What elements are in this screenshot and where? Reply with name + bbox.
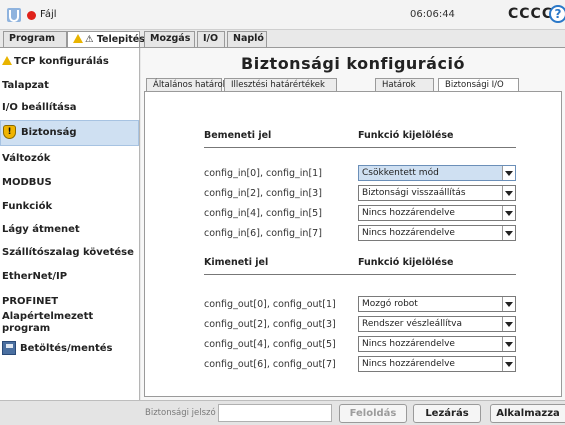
sidebar-item-mounting[interactable]: Talapzat [0,80,139,92]
input-function-select[interactable]: Csökkentett mód [358,165,516,181]
shield-warning-icon: ! [3,125,16,139]
select-value: Nincs hozzárendelve [362,339,455,349]
universal-robots-logo-icon [7,8,21,22]
input-function-header: Funkció kijelölése [358,130,454,141]
tab-installation-label: ⚠ Telepités [85,34,145,45]
sidebar-item-smooth-transition[interactable]: Lágy átmenet [0,224,139,236]
chevron-down-icon [502,337,515,351]
subtab-general-limits[interactable]: Általános határok [146,78,228,92]
help-icon[interactable]: ? [549,5,565,23]
sidebar-item-default-program[interactable]: Alapértelmezett program [0,311,110,335]
input-signal-header: Bemeneti jel [204,130,272,141]
sidebar-item-variables[interactable]: Változók [0,153,139,165]
select-value: Mozgó robot [362,299,418,309]
sidebar-item-profinet[interactable]: PROFINET [0,296,139,308]
input-signal-label: config_in[0], config_in[1] [204,168,322,179]
tab-io[interactable]: I/O [197,31,225,47]
tab-program[interactable]: Program [3,31,67,47]
chevron-down-icon [502,206,515,220]
chevron-down-icon [502,166,515,180]
warning-icon [73,34,83,43]
sidebar-item-features[interactable]: Funkciók [0,201,139,213]
divider [204,274,516,275]
main-tabs: Program ⚠ Telepités Mozgás I/O Napló [0,31,565,48]
robot-name: CCCC [508,6,554,22]
lock-button[interactable]: Lezárás [413,404,481,423]
password-input[interactable] [218,404,332,422]
input-function-select[interactable]: Nincs hozzárendelve [358,225,516,241]
output-function-header: Funkció kijelölése [358,257,454,268]
sidebar-item-label: Betöltés/mentés [20,343,113,354]
password-label: Biztonsági jelszó [145,408,216,418]
output-signal-label: config_out[0], config_out[1] [204,299,336,310]
sidebar-item-safety[interactable]: ! Biztonság [0,120,139,146]
select-value: Rendszer vészleállítva [362,319,463,329]
subtab-safety-io[interactable]: Biztonsági I/O [438,78,519,92]
output-signal-label: config_out[4], config_out[5] [204,339,336,350]
warning-icon [2,56,12,65]
select-value: Biztonsági visszaállítás [362,188,466,198]
apply-button[interactable]: Alkalmazza [490,404,565,423]
input-signal-label: config_in[2], config_in[3] [204,188,322,199]
page-title: Biztonsági konfiguráció [241,54,465,73]
output-function-select[interactable]: Mozgó robot [358,296,516,312]
chevron-down-icon [502,297,515,311]
sidebar-item-tcp[interactable]: TCP konfigurálás [0,55,139,68]
save-icon [2,341,16,355]
chevron-down-icon [502,357,515,371]
sidebar-item-load-save[interactable]: Betöltés/mentés [0,341,139,355]
input-signal-label: config_in[6], config_in[7] [204,228,322,239]
tab-installation[interactable]: ⚠ Telepités [67,31,145,48]
tab-move[interactable]: Mozgás [144,31,195,47]
select-value: Csökkentett mód [362,168,439,178]
output-signal-label: config_out[2], config_out[3] [204,319,336,330]
output-function-select[interactable]: Nincs hozzárendelve [358,336,516,352]
sidebar-item-label: Biztonság [21,127,77,138]
sidebar-item-modbus[interactable]: MODBUS [0,177,139,189]
sidebar-item-ethernet-ip[interactable]: EtherNet/IP [0,271,139,283]
subtab-joint-limits[interactable]: Illesztési határértékek [224,78,337,92]
bottom-bar: Biztonsági jelszó Feloldás Lezárás Alkal… [0,400,565,425]
divider [204,147,516,148]
clock: 06:06:44 [410,9,455,20]
output-signal-label: config_out[6], config_out[7] [204,359,336,370]
input-function-select[interactable]: Biztonsági visszaállítás [358,185,516,201]
safety-io-panel: Bemeneti jel Funkció kijelölése config_i… [144,91,562,397]
output-function-select[interactable]: Nincs hozzárendelve [358,356,516,372]
unlock-button[interactable]: Feloldás [339,404,407,423]
subtabs: Általános határok Illesztési határértéke… [141,78,565,92]
file-menu[interactable]: Fájl [40,9,57,20]
input-function-select[interactable]: Nincs hozzárendelve [358,205,516,221]
record-icon [27,11,36,20]
chevron-down-icon [502,186,515,200]
output-signal-header: Kimeneti jel [204,257,269,268]
subtab-boundaries[interactable]: Határok [375,78,434,92]
output-function-select[interactable]: Rendszer vészleállítva [358,316,516,332]
select-value: Nincs hozzárendelve [362,208,455,218]
select-value: Nincs hozzárendelve [362,359,455,369]
chevron-down-icon [502,317,515,331]
sidebar: TCP konfigurálás Talapzat I/O beállítása… [0,48,140,400]
top-bar: Fájl 06:06:44 CCCC ? [0,0,565,30]
select-value: Nincs hozzárendelve [362,228,455,238]
input-signal-label: config_in[4], config_in[5] [204,208,322,219]
main-content: Biztonsági konfiguráció Általános határo… [141,48,565,400]
sidebar-item-label: TCP konfigurálás [14,56,109,67]
tab-log[interactable]: Napló [227,31,267,47]
sidebar-item-conveyor-tracking[interactable]: Szállítószalag követése [0,247,139,259]
sidebar-item-io-setup[interactable]: I/O beállítása [0,102,139,114]
chevron-down-icon [502,226,515,240]
